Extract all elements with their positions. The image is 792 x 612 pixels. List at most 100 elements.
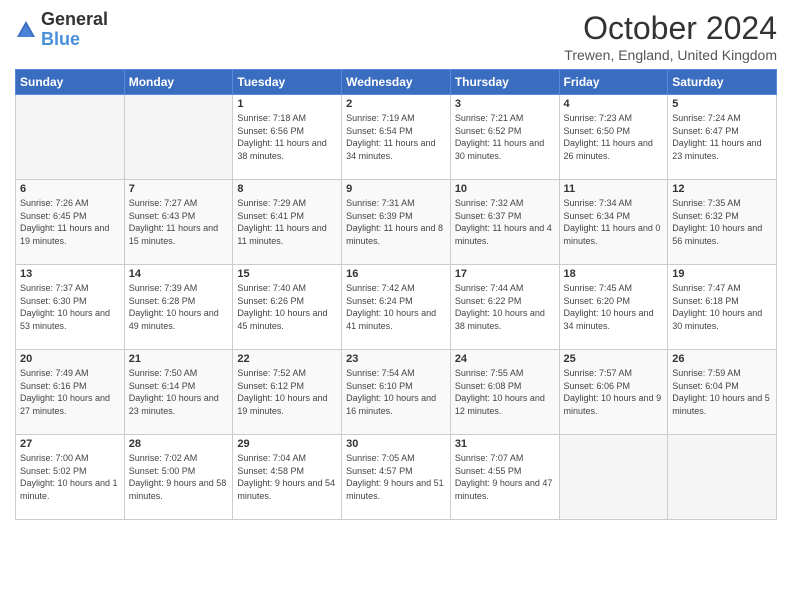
cell-info: Sunrise: 7:52 AMSunset: 6:12 PMDaylight:… bbox=[237, 367, 337, 417]
cell-info: Sunrise: 7:07 AMSunset: 4:55 PMDaylight:… bbox=[455, 452, 555, 502]
calendar-cell: 2 Sunrise: 7:19 AMSunset: 6:54 PMDaylight… bbox=[342, 95, 451, 180]
cell-day-number: 27 bbox=[20, 438, 120, 450]
cell-info: Sunrise: 7:50 AMSunset: 6:14 PMDaylight:… bbox=[129, 367, 229, 417]
cell-info: Sunrise: 7:19 AMSunset: 6:54 PMDaylight:… bbox=[346, 112, 446, 162]
week-row-1: 1Sunrise: 7:18 AMSunset: 6:56 PMDaylight… bbox=[16, 95, 777, 180]
cell-day-number: 22 bbox=[237, 353, 337, 365]
title-area: October 2024 Trewen, England, United Kin… bbox=[564, 10, 777, 63]
cell-info: Sunrise: 7:26 AMSunset: 6:45 PMDaylight:… bbox=[20, 197, 120, 247]
logo-general: General bbox=[41, 9, 108, 29]
calendar-cell: 28 Sunrise: 7:02 AMSunset: 5:00 PMDayligh… bbox=[124, 435, 233, 520]
cell-day-number: 6 bbox=[20, 183, 120, 195]
calendar-cell bbox=[668, 435, 777, 520]
weekday-header-thursday: Thursday bbox=[450, 70, 559, 95]
cell-day-number: 23 bbox=[346, 353, 446, 365]
weekday-header-sunday: Sunday bbox=[16, 70, 125, 95]
calendar-cell: 7 Sunrise: 7:27 AMSunset: 6:43 PMDaylight… bbox=[124, 180, 233, 265]
cell-day-number: 11 bbox=[564, 183, 664, 195]
calendar-cell bbox=[124, 95, 233, 180]
calendar-cell: 29Sunrise: 7:04 AMSunset: 4:58 PMDayligh… bbox=[233, 435, 342, 520]
week-row-3: 13 Sunrise: 7:37 AMSunset: 6:30 PMDayligh… bbox=[16, 265, 777, 350]
cell-info: Sunrise: 7:32 AMSunset: 6:37 PMDaylight:… bbox=[455, 197, 555, 247]
calendar-cell: 12Sunrise: 7:35 AMSunset: 6:32 PMDayligh… bbox=[668, 180, 777, 265]
calendar-cell: 8Sunrise: 7:29 AMSunset: 6:41 PMDaylight… bbox=[233, 180, 342, 265]
calendar-cell: 27 Sunrise: 7:00 AMSunset: 5:02 PMDayligh… bbox=[16, 435, 125, 520]
cell-day-number: 9 bbox=[346, 183, 446, 195]
week-row-4: 20 Sunrise: 7:49 AMSunset: 6:16 PMDayligh… bbox=[16, 350, 777, 435]
calendar-cell: 13 Sunrise: 7:37 AMSunset: 6:30 PMDayligh… bbox=[16, 265, 125, 350]
cell-day-number: 5 bbox=[672, 98, 772, 110]
calendar-cell: 31 Sunrise: 7:07 AMSunset: 4:55 PMDayligh… bbox=[450, 435, 559, 520]
month-title: October 2024 bbox=[564, 10, 777, 47]
cell-info: Sunrise: 7:45 AMSunset: 6:20 PMDaylight:… bbox=[564, 282, 664, 332]
calendar-cell: 19 Sunrise: 7:47 AMSunset: 6:18 PMDayligh… bbox=[668, 265, 777, 350]
cell-info: Sunrise: 7:24 AMSunset: 6:47 PMDaylight:… bbox=[672, 112, 772, 162]
calendar-cell: 22 Sunrise: 7:52 AMSunset: 6:12 PMDayligh… bbox=[233, 350, 342, 435]
calendar-cell: 26Sunrise: 7:59 AMSunset: 6:04 PMDayligh… bbox=[668, 350, 777, 435]
calendar-cell: 15 Sunrise: 7:40 AMSunset: 6:26 PMDayligh… bbox=[233, 265, 342, 350]
cell-day-number: 30 bbox=[346, 438, 446, 450]
cell-info: Sunrise: 7:02 AMSunset: 5:00 PMDaylight:… bbox=[129, 452, 229, 502]
calendar-cell: 30 Sunrise: 7:05 AMSunset: 4:57 PMDayligh… bbox=[342, 435, 451, 520]
cell-day-number: 16 bbox=[346, 268, 446, 280]
weekday-header-friday: Friday bbox=[559, 70, 668, 95]
cell-info: Sunrise: 7:31 AMSunset: 6:39 PMDaylight:… bbox=[346, 197, 446, 247]
cell-day-number: 25 bbox=[564, 353, 664, 365]
calendar-cell: 11 Sunrise: 7:34 AMSunset: 6:34 PMDayligh… bbox=[559, 180, 668, 265]
weekday-header-tuesday: Tuesday bbox=[233, 70, 342, 95]
calendar-cell bbox=[16, 95, 125, 180]
calendar-cell: 23 Sunrise: 7:54 AMSunset: 6:10 PMDayligh… bbox=[342, 350, 451, 435]
week-row-5: 27 Sunrise: 7:00 AMSunset: 5:02 PMDayligh… bbox=[16, 435, 777, 520]
cell-info: Sunrise: 7:47 AMSunset: 6:18 PMDaylight:… bbox=[672, 282, 772, 332]
cell-day-number: 26 bbox=[672, 353, 772, 365]
calendar-cell: 3Sunrise: 7:21 AMSunset: 6:52 PMDaylight… bbox=[450, 95, 559, 180]
cell-day-number: 20 bbox=[20, 353, 120, 365]
cell-day-number: 12 bbox=[672, 183, 772, 195]
cell-day-number: 13 bbox=[20, 268, 120, 280]
header: General Blue October 2024 Trewen, Englan… bbox=[15, 10, 777, 63]
cell-info: Sunrise: 7:18 AMSunset: 6:56 PMDaylight:… bbox=[237, 112, 337, 162]
calendar-cell: 4 Sunrise: 7:23 AMSunset: 6:50 PMDaylight… bbox=[559, 95, 668, 180]
cell-day-number: 31 bbox=[455, 438, 555, 450]
calendar-cell: 20 Sunrise: 7:49 AMSunset: 6:16 PMDayligh… bbox=[16, 350, 125, 435]
calendar-cell: 14 Sunrise: 7:39 AMSunset: 6:28 PMDayligh… bbox=[124, 265, 233, 350]
cell-info: Sunrise: 7:00 AMSunset: 5:02 PMDaylight:… bbox=[20, 452, 120, 502]
calendar-table: SundayMondayTuesdayWednesdayThursdayFrid… bbox=[15, 69, 777, 520]
calendar-cell bbox=[559, 435, 668, 520]
cell-day-number: 14 bbox=[129, 268, 229, 280]
cell-info: Sunrise: 7:49 AMSunset: 6:16 PMDaylight:… bbox=[20, 367, 120, 417]
cell-day-number: 18 bbox=[564, 268, 664, 280]
cell-day-number: 2 bbox=[346, 98, 446, 110]
weekday-header-wednesday: Wednesday bbox=[342, 70, 451, 95]
logo: General Blue bbox=[15, 10, 108, 50]
cell-day-number: 4 bbox=[564, 98, 664, 110]
cell-info: Sunrise: 7:40 AMSunset: 6:26 PMDaylight:… bbox=[237, 282, 337, 332]
cell-day-number: 19 bbox=[672, 268, 772, 280]
cell-day-number: 7 bbox=[129, 183, 229, 195]
cell-info: Sunrise: 7:27 AMSunset: 6:43 PMDaylight:… bbox=[129, 197, 229, 247]
cell-info: Sunrise: 7:39 AMSunset: 6:28 PMDaylight:… bbox=[129, 282, 229, 332]
cell-day-number: 24 bbox=[455, 353, 555, 365]
cell-day-number: 28 bbox=[129, 438, 229, 450]
cell-info: Sunrise: 7:23 AMSunset: 6:50 PMDaylight:… bbox=[564, 112, 664, 162]
calendar-cell: 16Sunrise: 7:42 AMSunset: 6:24 PMDayligh… bbox=[342, 265, 451, 350]
logo-blue: Blue bbox=[41, 29, 80, 49]
cell-info: Sunrise: 7:29 AMSunset: 6:41 PMDaylight:… bbox=[237, 197, 337, 247]
cell-info: Sunrise: 7:44 AMSunset: 6:22 PMDaylight:… bbox=[455, 282, 555, 332]
calendar-cell: 5 Sunrise: 7:24 AMSunset: 6:47 PMDaylight… bbox=[668, 95, 777, 180]
weekday-header-row: SundayMondayTuesdayWednesdayThursdayFrid… bbox=[16, 70, 777, 95]
cell-info: Sunrise: 7:55 AMSunset: 6:08 PMDaylight:… bbox=[455, 367, 555, 417]
calendar-cell: 18 Sunrise: 7:45 AMSunset: 6:20 PMDayligh… bbox=[559, 265, 668, 350]
cell-day-number: 15 bbox=[237, 268, 337, 280]
logo-text: General Blue bbox=[41, 10, 108, 50]
cell-info: Sunrise: 7:37 AMSunset: 6:30 PMDaylight:… bbox=[20, 282, 120, 332]
cell-info: Sunrise: 7:05 AMSunset: 4:57 PMDaylight:… bbox=[346, 452, 446, 502]
page: General Blue October 2024 Trewen, Englan… bbox=[0, 0, 792, 612]
cell-day-number: 10 bbox=[455, 183, 555, 195]
cell-info: Sunrise: 7:54 AMSunset: 6:10 PMDaylight:… bbox=[346, 367, 446, 417]
cell-info: Sunrise: 7:34 AMSunset: 6:34 PMDaylight:… bbox=[564, 197, 664, 247]
cell-day-number: 21 bbox=[129, 353, 229, 365]
calendar-cell: 1Sunrise: 7:18 AMSunset: 6:56 PMDaylight… bbox=[233, 95, 342, 180]
calendar-cell: 9 Sunrise: 7:31 AMSunset: 6:39 PMDaylight… bbox=[342, 180, 451, 265]
calendar-cell: 24 Sunrise: 7:55 AMSunset: 6:08 PMDayligh… bbox=[450, 350, 559, 435]
